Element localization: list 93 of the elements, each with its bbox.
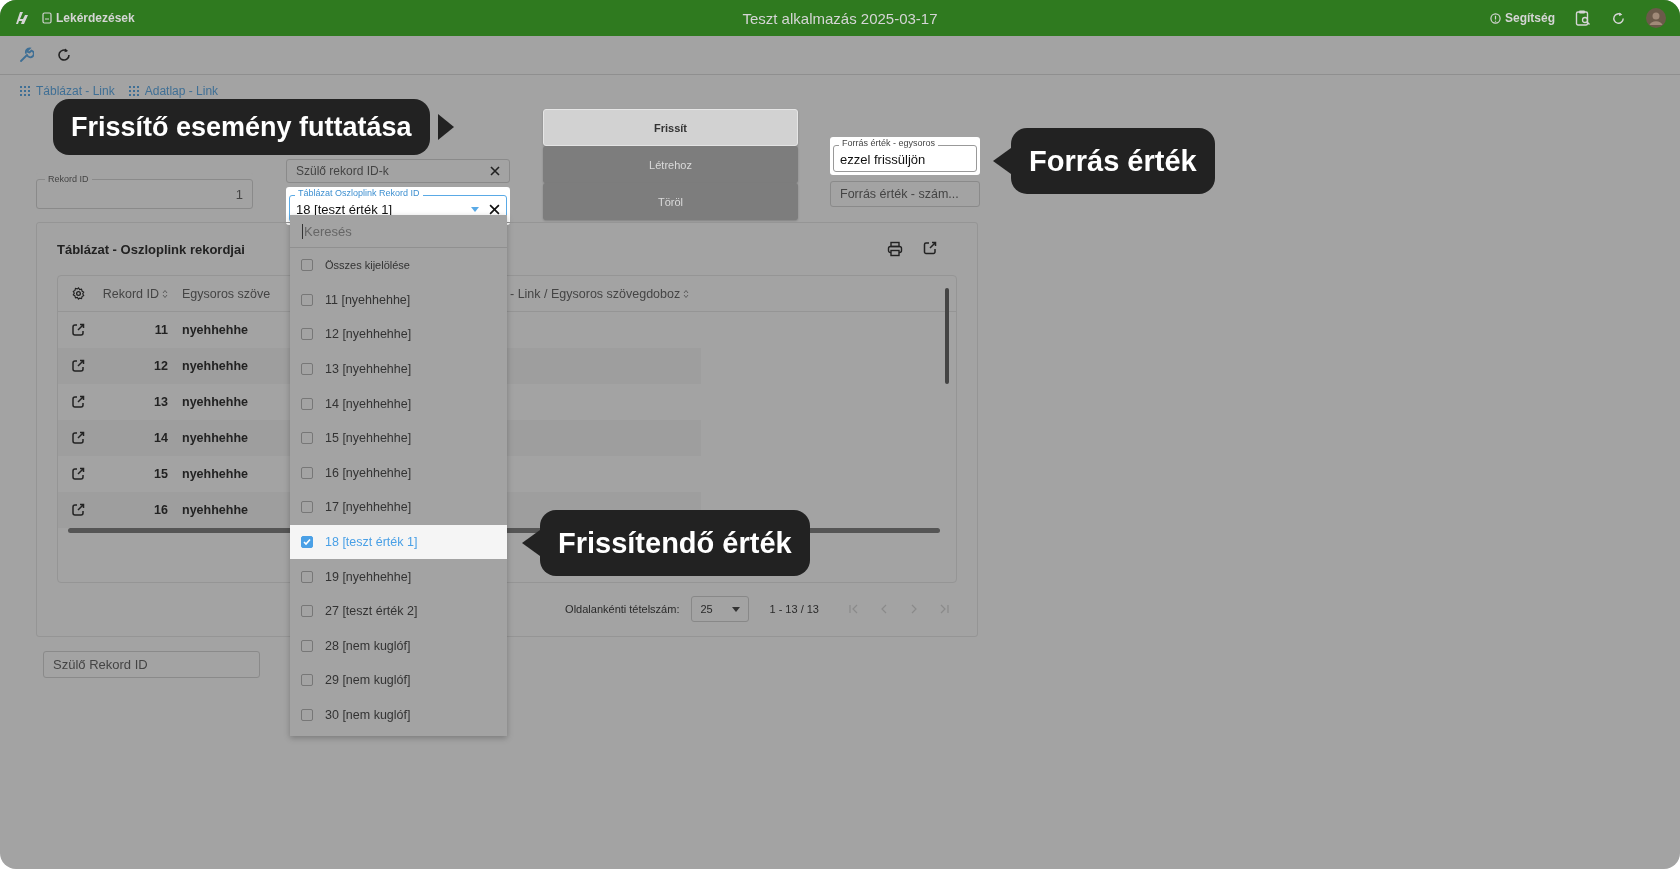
table-cell-text: 14 bbox=[153, 431, 168, 445]
checkbox[interactable] bbox=[301, 605, 313, 618]
table-cell-text: nyehhehhe bbox=[181, 359, 249, 373]
next-page-icon[interactable] bbox=[909, 604, 919, 614]
table-cell-text: 13 bbox=[153, 395, 168, 409]
checkbox[interactable] bbox=[301, 432, 313, 445]
page-size-label: Oldalankénti tételszám: bbox=[565, 603, 680, 615]
clear-icon[interactable] bbox=[489, 203, 500, 215]
checkbox[interactable] bbox=[301, 570, 313, 583]
source-text-field[interactable]: Forrás érték - egysoros ezzel frissüljön bbox=[830, 137, 980, 175]
dropdown-option[interactable]: 28 [nem kuglóf] bbox=[290, 628, 507, 664]
column-header[interactable]: Egysoros szöve bbox=[168, 286, 288, 301]
open-record-icon[interactable] bbox=[71, 395, 85, 409]
prev-page-icon[interactable] bbox=[879, 604, 889, 614]
app-title: Teszt alkalmazás 2025-03-17 bbox=[742, 9, 938, 27]
source-number-field[interactable]: Forrás érték - szám... bbox=[830, 181, 980, 207]
refresh-icon[interactable] bbox=[56, 47, 72, 63]
callout-tooltip: Frissítő esemény futtatása bbox=[53, 99, 454, 155]
dropdown-option[interactable]: 27 [teszt érték 2] bbox=[290, 593, 507, 629]
last-page-icon[interactable] bbox=[939, 604, 949, 614]
sort-icon[interactable] bbox=[162, 288, 168, 299]
table-cell-text: 12 bbox=[153, 359, 168, 373]
checkbox[interactable] bbox=[301, 293, 313, 306]
parent-ids-field[interactable]: Szülő rekord ID-k bbox=[286, 159, 510, 183]
open-record-icon[interactable] bbox=[71, 359, 85, 373]
table-cell-text: nyehhehhe bbox=[181, 395, 249, 409]
checkbox[interactable] bbox=[301, 328, 313, 341]
open-record-icon[interactable] bbox=[71, 503, 85, 517]
checkbox[interactable] bbox=[301, 639, 313, 652]
table-cell-text: nyehhehhe bbox=[181, 323, 249, 337]
dropdown-option[interactable]: 13 [nyehhehhe] bbox=[290, 351, 507, 387]
dropdown-option[interactable]: 18 [teszt érték 1] bbox=[290, 524, 507, 560]
table-cell-text: 16 bbox=[153, 503, 168, 517]
dropdown-caret-icon[interactable] bbox=[471, 206, 479, 212]
table-cell-text: nyehhehhe bbox=[181, 431, 249, 445]
refresh-icon[interactable] bbox=[1611, 10, 1626, 26]
open-record-icon[interactable] bbox=[71, 467, 85, 481]
section-link[interactable]: Lekérdezések bbox=[56, 11, 135, 25]
dropdown-option[interactable]: 11 [nyehhehhe] bbox=[290, 282, 507, 318]
open-record-icon[interactable] bbox=[71, 431, 85, 445]
document-icon bbox=[42, 12, 52, 24]
page-size-select[interactable]: 25 bbox=[691, 596, 750, 622]
grid-icon bbox=[20, 86, 30, 96]
settings-icon[interactable] bbox=[71, 287, 85, 300]
wrench-icon[interactable] bbox=[18, 47, 34, 63]
callout-tooltip: Frissítendő érték bbox=[522, 510, 810, 576]
dropdown-option[interactable]: 19 [nyehhehhe] bbox=[290, 559, 507, 594]
help-icon bbox=[1490, 12, 1501, 24]
sort-icon[interactable] bbox=[683, 289, 690, 299]
logo-icon[interactable] bbox=[14, 10, 30, 26]
delete-button[interactable]: Töröl bbox=[543, 183, 798, 220]
field-label: Táblázat Oszloplink Rekord ID bbox=[295, 188, 423, 199]
table-cell-text: 15 bbox=[153, 467, 168, 481]
checkbox[interactable] bbox=[301, 259, 313, 272]
dropdown-option[interactable]: 12 [nyehhehhe] bbox=[290, 317, 507, 352]
dropdown-option[interactable]: 15 [nyehhehhe] bbox=[290, 420, 507, 456]
field-label: Forrás érték - egysoros bbox=[839, 138, 939, 149]
checkbox[interactable] bbox=[301, 709, 313, 721]
parent-record-field[interactable]: Szülő Rekord ID bbox=[43, 651, 260, 678]
avatar-icon[interactable] bbox=[1646, 8, 1666, 28]
caret-icon bbox=[732, 606, 741, 612]
select-all-option[interactable]: Összes kijelölése bbox=[290, 248, 507, 283]
clipboard-search-icon[interactable] bbox=[1575, 9, 1591, 27]
help-link[interactable]: Segítség bbox=[1505, 11, 1555, 25]
card-title: Táblázat - Oszloplink rekordjai bbox=[57, 241, 245, 257]
print-icon[interactable] bbox=[887, 241, 903, 257]
close-icon[interactable] bbox=[490, 166, 500, 176]
checkbox[interactable] bbox=[301, 674, 313, 687]
dropdown-option[interactable]: 29 [nem kuglóf] bbox=[290, 663, 507, 698]
export-icon[interactable] bbox=[923, 241, 937, 255]
create-button[interactable]: Létrehoz bbox=[543, 146, 798, 183]
open-record-icon[interactable] bbox=[71, 323, 85, 337]
checkbox[interactable] bbox=[301, 536, 313, 549]
table-cell-text: nyehhehhe bbox=[181, 467, 249, 481]
column-header[interactable]: Rekord ID bbox=[102, 286, 159, 301]
column-header[interactable]: - Link / Egysoros szövegdoboz bbox=[510, 287, 681, 301]
page-range: 1 - 13 / 13 bbox=[769, 603, 819, 615]
dropdown-option[interactable]: 14 [nyehhehhe] bbox=[290, 386, 507, 421]
table-cell-text: 11 bbox=[153, 323, 168, 337]
grid-icon bbox=[128, 86, 139, 96]
field-label: Rekord ID bbox=[45, 174, 92, 185]
checkbox[interactable] bbox=[301, 397, 313, 410]
checkbox[interactable] bbox=[301, 466, 313, 479]
checkbox[interactable] bbox=[301, 363, 313, 376]
first-page-icon[interactable] bbox=[849, 604, 859, 614]
record-id-field[interactable]: Rekord ID 1 bbox=[36, 173, 253, 209]
refresh-button[interactable]: Frissít bbox=[543, 109, 798, 146]
table-cell-text: nyehhehhe bbox=[181, 503, 249, 517]
checkbox[interactable] bbox=[301, 501, 313, 514]
dropdown-option[interactable]: 17 [nyehhehhe] bbox=[290, 490, 507, 525]
dropdown-option[interactable]: 30 [nem kuglóf] bbox=[290, 697, 507, 733]
dropdown-option[interactable]: 16 [nyehhehhe] bbox=[290, 455, 507, 491]
callout-tooltip: Forrás érték bbox=[993, 128, 1215, 194]
